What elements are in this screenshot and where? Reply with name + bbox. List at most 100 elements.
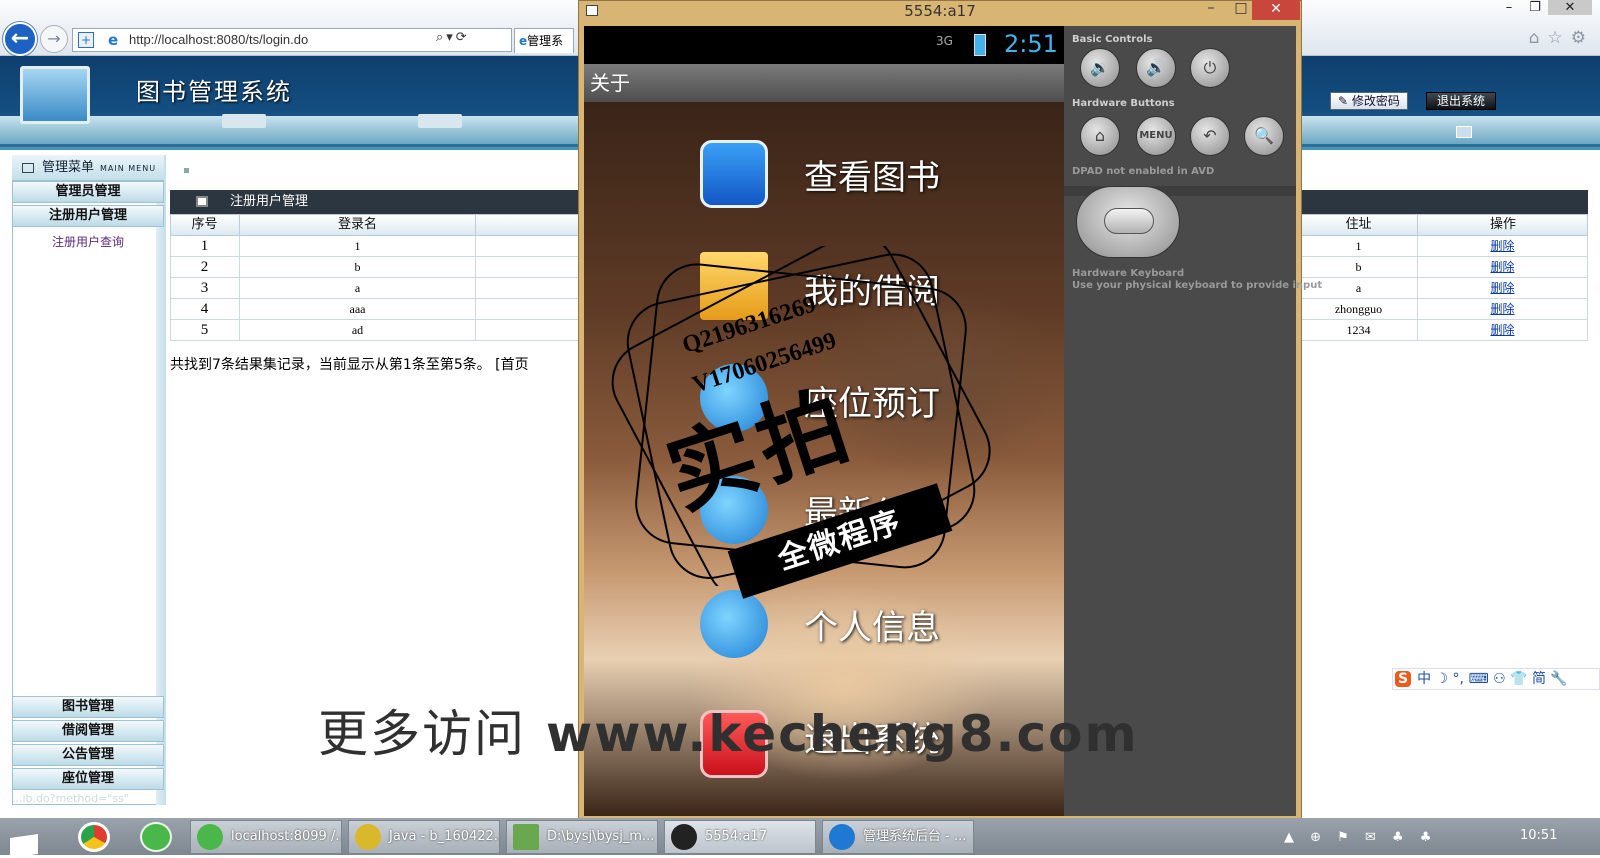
home-icon[interactable]: ⌂ (1529, 28, 1548, 48)
taskbar-item-emulator[interactable]: 5554:a17 (664, 820, 816, 854)
back-hw-button[interactable]: ↶ (1190, 116, 1230, 156)
battery-icon (974, 34, 986, 56)
keyboard-description: Use your physical keyboard to provide in… (1072, 280, 1323, 291)
phone-status-bar (584, 26, 1064, 64)
home-button[interactable]: ⌂ (1080, 116, 1120, 156)
browser-360-icon[interactable] (140, 822, 172, 852)
keyboard-label: Hardware Keyboard (1072, 268, 1185, 279)
monitor-decoration-icon (418, 114, 462, 128)
delete-link[interactable]: 删除 (1418, 236, 1588, 257)
system-tray[interactable]: ▲ ⊕ ⚑ ✉ ♣ ♣ (1284, 830, 1437, 845)
menu-icon (22, 163, 34, 173)
table-cell-index: 1 (170, 236, 240, 257)
menu-book-management[interactable]: 图书管理 (12, 696, 164, 718)
table-cell-index: 4 (170, 299, 240, 320)
chrome-icon[interactable] (78, 822, 110, 852)
phone-clock: 2:51 (1004, 30, 1058, 58)
search-icon[interactable]: ⌕▾⟳ (436, 30, 470, 45)
view-books-icon[interactable] (700, 140, 768, 208)
sogou-icon: S (1395, 671, 1412, 687)
phone-action-bar: 关于 (584, 64, 1064, 102)
logout-button[interactable]: 退出系统 (1426, 92, 1496, 110)
menu-notice-management[interactable]: 公告管理 (12, 744, 164, 766)
menu-button[interactable]: MENU (1136, 116, 1176, 156)
start-button-icon[interactable] (10, 834, 38, 858)
delete-link[interactable]: 删除 (1418, 257, 1588, 278)
ime-items: 中 ☽ °, ⌨ ⚇ 👕 简 🔧 (1417, 671, 1568, 687)
search-hw-button[interactable]: 🔍 (1244, 116, 1284, 156)
table-cell-login: ad (240, 320, 476, 341)
back-button[interactable]: ← (3, 22, 37, 56)
basic-controls-label: Basic Controls (1072, 34, 1153, 45)
volume-down-button[interactable]: 🔉 (1080, 48, 1120, 88)
table-cell-address: 1234 (1300, 320, 1418, 341)
screen-icon (1456, 126, 1472, 138)
favorites-icon[interactable]: + (78, 32, 94, 48)
delete-link[interactable]: 删除 (1418, 278, 1588, 299)
gear-icon[interactable]: ⚙ (1571, 28, 1594, 48)
ime-toolbar[interactable]: S 中 ☽ °, ⌨ ⚇ 👕 简 🔧 (1392, 668, 1600, 690)
app-icon (513, 824, 539, 850)
menu-borrow-management[interactable]: 借阅管理 (12, 720, 164, 742)
restore-button[interactable]: ❐ (1522, 0, 1548, 15)
table-cell-address: zhongguo (1300, 299, 1418, 320)
monitor-logo-icon (20, 66, 90, 124)
signal-icon: 3G (936, 34, 953, 48)
left-menu-header: 管理菜单 MAIN MENU (12, 155, 164, 181)
table-cell-login: a (240, 278, 476, 299)
hardware-buttons-label: Hardware Buttons (1072, 98, 1175, 109)
volume-up-button[interactable]: 🔊 (1136, 48, 1176, 88)
column-header-address: 住址 (1300, 214, 1418, 236)
column-header-action: 操作 (1489, 217, 1516, 232)
tab-label: 管理系 (527, 34, 564, 48)
panel-icon (196, 196, 208, 207)
column-header-login: 登录名 (240, 214, 476, 236)
menu-view-books[interactable]: 查看图书 (804, 150, 940, 199)
close-button[interactable]: ✕ (1548, 0, 1592, 15)
minimize-button[interactable]: – (1496, 0, 1522, 15)
table-cell-login: b (240, 257, 476, 278)
taskbar-item-folder[interactable]: D:\bysj\bysj_m... (506, 820, 658, 854)
ie-icon: e (519, 34, 528, 48)
table-cell-index: 5 (170, 320, 240, 341)
emulator-title: 5554:a17 (904, 2, 976, 20)
browser-window-controls: – ❐ ✕ (1496, 0, 1592, 20)
browser-360-icon (197, 824, 223, 850)
profile-icon[interactable] (700, 590, 768, 658)
android-icon (671, 824, 697, 850)
forward-button[interactable]: → (40, 25, 68, 53)
dpad-center-button[interactable] (1104, 208, 1154, 234)
table-cell-login: aaa (240, 299, 476, 320)
table-cell-login: 1 (240, 236, 476, 257)
delete-link[interactable]: 删除 (1418, 299, 1588, 320)
window-icon (586, 5, 598, 16)
emulator-window-controls: – □ (1196, 0, 1256, 16)
monitor-decoration-icon (222, 114, 266, 128)
taskbar-item-ie[interactable]: 管理系统后台 - ... (822, 820, 974, 854)
status-fragment: ...ib.do?method="ss" (12, 792, 129, 805)
delete-link[interactable]: 删除 (1418, 320, 1588, 341)
table-cell-address: 1 (1300, 236, 1418, 257)
menu-user-management[interactable]: 注册用户管理 (12, 205, 164, 227)
menu-link-user-query[interactable]: 注册用户查询 (12, 233, 164, 250)
menu-admin-management[interactable]: 管理员管理 (12, 181, 164, 203)
pagination-summary: 共找到7条结果集记录，当前显示从第1条至第5条。 [首页 (170, 357, 529, 373)
taskbar-item-java[interactable]: Java - b_160422... (348, 820, 500, 854)
column-header-index: 序号 (170, 214, 240, 236)
table-cell-index: 2 (170, 257, 240, 278)
emulator-close-button[interactable]: ✕ (1252, 0, 1300, 20)
menu-seat-management[interactable]: 座位管理 (12, 768, 164, 790)
ie-icon (829, 824, 855, 850)
table-cell-index: 3 (170, 278, 240, 299)
favorites-star-icon[interactable]: ☆ (1548, 28, 1571, 48)
system-title: 图书管理系统 (136, 78, 292, 106)
taskbar-item-localhost[interactable]: localhost:8099 /... (190, 820, 342, 854)
watermark-footer: 更多访问 www.kecheng8.com (318, 705, 1139, 763)
browser-tab[interactable]: e管理系 (514, 28, 574, 53)
minimize-button[interactable]: – (1196, 0, 1226, 16)
menu-profile[interactable]: 个人信息 (804, 600, 940, 649)
change-password-button[interactable]: ✎ 修改密码 (1330, 92, 1408, 110)
table-cell-address: b (1300, 257, 1418, 278)
power-button[interactable]: ⏻ (1190, 48, 1230, 88)
browser-right-icons: ⌂☆⚙ (1529, 28, 1594, 48)
